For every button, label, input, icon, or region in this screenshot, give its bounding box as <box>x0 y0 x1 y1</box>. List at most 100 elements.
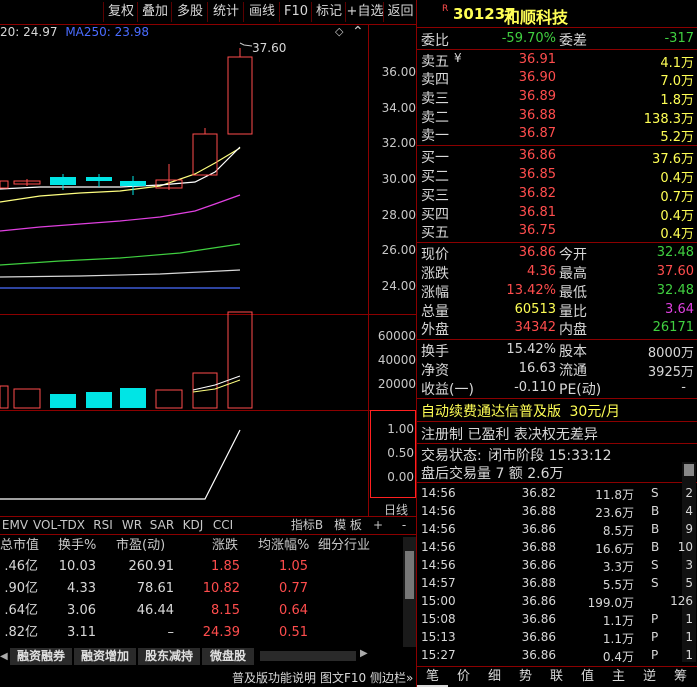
scrollbar-thumb[interactable] <box>405 551 414 599</box>
volume-bar <box>120 388 146 408</box>
tab-margin-increase[interactable]: 融资增加 <box>74 648 136 665</box>
volume-bar <box>0 385 9 409</box>
tick-price: 36.86 <box>521 522 556 536</box>
tab-emv[interactable]: EMV <box>1 517 29 533</box>
divider <box>417 482 697 483</box>
tab-trend[interactable]: 势 <box>510 667 541 687</box>
tick-count: 1 <box>685 648 693 662</box>
after-hours-volume: 盘后交易量 7 额 2.6万 <box>421 466 564 482</box>
tab-main[interactable]: 主 <box>603 667 634 687</box>
ask-label: 卖一 <box>421 128 449 144</box>
tick-price: 36.88 <box>521 540 556 554</box>
stat-value-turnover: 15.42% <box>506 342 556 357</box>
tab-rsi[interactable]: RSI <box>89 517 117 533</box>
tab-value[interactable]: 值 <box>572 667 603 687</box>
tick-time: 14:56 <box>421 486 456 500</box>
promo-banner[interactable]: 自动续费通达信普及版 30元/月 <box>421 401 620 421</box>
tick-price: 36.86 <box>521 612 556 626</box>
tab-shareholder-reduce[interactable]: 股东减持 <box>138 648 200 665</box>
bid-price: 36.85 <box>518 167 556 182</box>
cell-market-cap: .90亿 <box>4 581 38 596</box>
tick-side: S <box>651 558 659 572</box>
f10-link[interactable]: 图文F10 <box>320 669 366 686</box>
divider <box>417 339 697 340</box>
remove-indicator-button[interactable]: - <box>395 517 413 533</box>
tab-vol-tdx[interactable]: VOL-TDX <box>31 517 87 533</box>
tab-wr[interactable]: WR <box>119 517 145 533</box>
bid-volume: 0.4万 <box>660 171 694 186</box>
stats-button[interactable]: 统计 <box>207 2 244 22</box>
tab-sar[interactable]: SAR <box>147 517 177 533</box>
ask-volume: 5.2万 <box>660 130 694 145</box>
weibi-value: -59.70% <box>501 31 556 46</box>
cell-pe: – <box>167 625 175 640</box>
add-watchlist-button[interactable]: +自选 <box>345 2 384 22</box>
col-header-avg-change[interactable]: 均涨幅% <box>258 537 309 555</box>
back-button[interactable]: 返回 <box>383 2 417 22</box>
tab-price[interactable]: 价 <box>448 667 479 687</box>
ask-label: 卖三 <box>421 91 449 107</box>
tick-price: 36.82 <box>521 486 556 500</box>
indicator-b-button[interactable]: 指标B <box>287 517 327 533</box>
high-price-label: 37.60 <box>252 41 287 55</box>
divider <box>417 49 697 50</box>
col-header-change[interactable]: 涨跌 <box>212 537 238 555</box>
overlay-button[interactable]: 叠加 <box>137 2 172 22</box>
tick-time: 15:08 <box>421 612 456 626</box>
stat-label: 今开 <box>559 247 587 263</box>
tick-price: 36.86 <box>521 630 556 644</box>
divider <box>417 27 697 28</box>
tick-side: S <box>651 576 659 590</box>
stat-label: 股本 <box>559 344 587 360</box>
col-header-pe[interactable]: 市盈(动) <box>116 537 165 555</box>
table-scrollbar[interactable] <box>403 537 416 647</box>
help-link[interactable]: 普及版功能说明 <box>232 669 316 686</box>
scrollbar-thumb[interactable] <box>684 464 694 476</box>
horizontal-scrollbar[interactable] <box>260 651 356 661</box>
bid-volume: 0.4万 <box>660 209 694 224</box>
add-indicator-button[interactable]: + <box>369 517 387 533</box>
tick-volume: 8.5万 <box>602 524 634 538</box>
tick-time: 14:57 <box>421 576 456 590</box>
bid-label: 买一 <box>421 150 449 166</box>
ind-tick: 1.00 <box>387 422 414 436</box>
tab-kdj[interactable]: KDJ <box>179 517 207 533</box>
template-button[interactable]: 模 板 <box>331 517 365 533</box>
candle-latest <box>227 56 253 135</box>
stat-label: 量比 <box>559 304 587 320</box>
status-bar: 普及版功能说明 图文F10 侧边栏» <box>0 667 416 687</box>
scroll-right-icon[interactable]: ▶ <box>360 648 368 659</box>
sidebar-toggle[interactable]: 侧边栏» <box>370 669 413 686</box>
mark-button[interactable]: 标记 <box>311 2 346 22</box>
col-header-industry[interactable]: 细分行业 <box>318 537 370 555</box>
col-header-turnover[interactable]: 换手% <box>58 537 96 555</box>
ask-label: 卖五 <box>421 54 449 70</box>
day-line-label[interactable]: 日线 <box>362 501 408 518</box>
fuquan-button[interactable]: 复权 <box>103 2 138 22</box>
bid-price: 36.82 <box>518 186 556 201</box>
tick-count: 3 <box>685 558 693 572</box>
y-tick: 26.00 <box>381 243 416 257</box>
col-header-market-cap[interactable]: 总市值 <box>0 537 39 555</box>
bid-price: 36.75 <box>518 223 556 238</box>
draw-line-button[interactable]: 画线 <box>243 2 280 22</box>
multi-stock-button[interactable]: 多股 <box>171 2 208 22</box>
tab-ticks[interactable]: 笔 <box>417 667 448 687</box>
tab-related[interactable]: 联 <box>541 667 572 687</box>
indicator-line <box>0 429 241 500</box>
scroll-left-icon[interactable]: ◀ <box>0 648 10 665</box>
stat-value-current: 36.86 <box>518 245 556 260</box>
divider <box>417 421 697 422</box>
r-badge: R <box>442 4 449 14</box>
tab-reverse[interactable]: 逆 <box>634 667 665 687</box>
tab-cci[interactable]: CCI <box>209 517 237 533</box>
cell-change: 8.15 <box>211 603 240 618</box>
tab-margin-trading[interactable]: 融资融券 <box>10 648 72 665</box>
y-axis: 37.60 36.00 34.00 32.00 30.00 28.00 26.0… <box>252 24 416 517</box>
stat-label: 收益(一) <box>421 382 474 398</box>
tab-micro-cap[interactable]: 微盘股 <box>202 648 254 665</box>
tab-detail[interactable]: 细 <box>479 667 510 687</box>
f10-button[interactable]: F10 <box>279 2 312 22</box>
tab-chips[interactable]: 筹 <box>665 667 696 687</box>
divider <box>417 242 697 243</box>
